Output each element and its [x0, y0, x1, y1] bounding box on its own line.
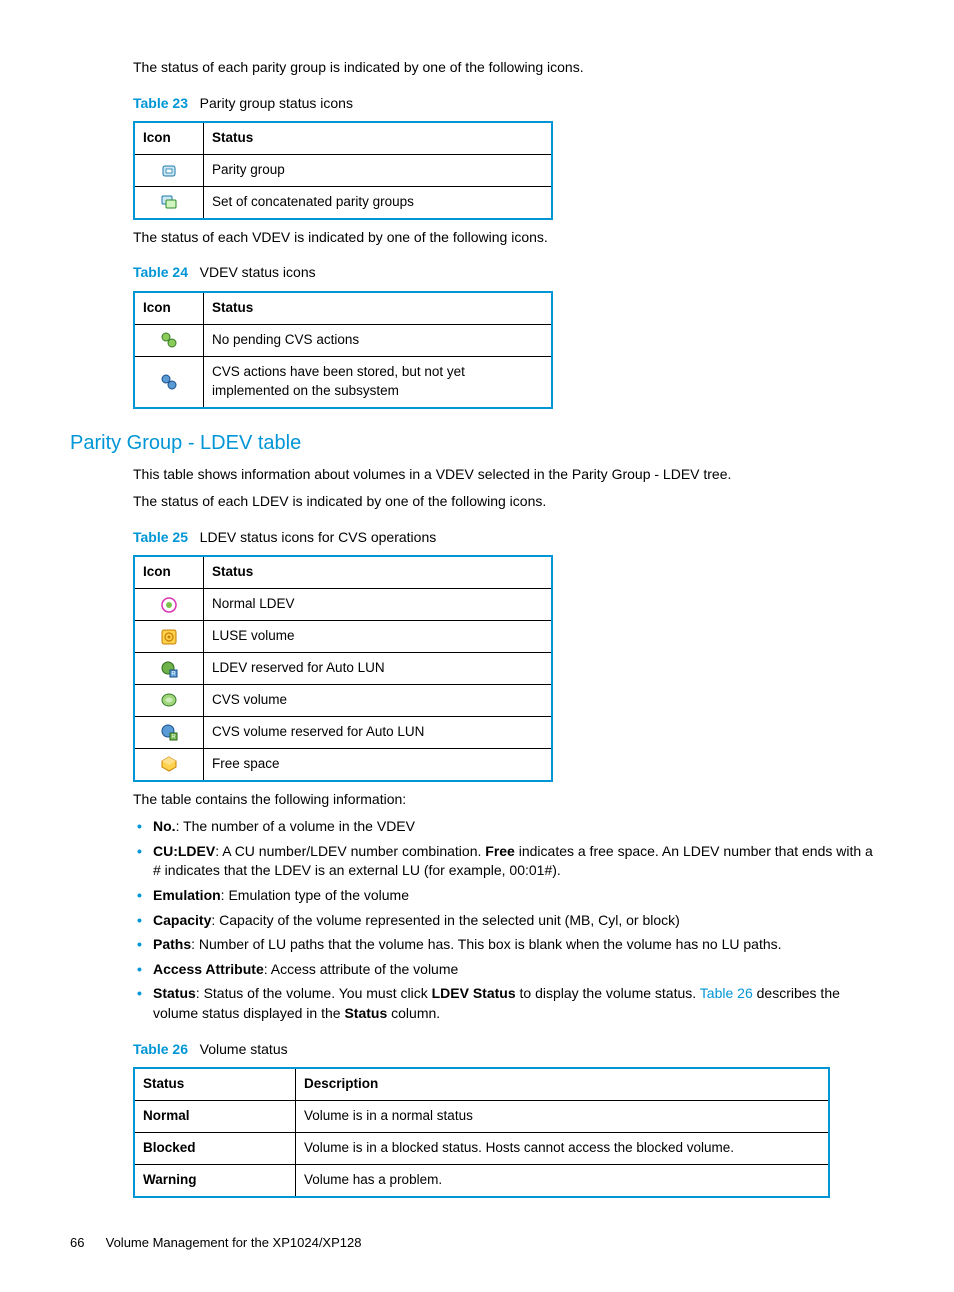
status-desc: Volume has a problem. — [296, 1164, 830, 1196]
table-caption: Table 24 VDEV status icons — [133, 263, 884, 283]
col-header: Status — [204, 122, 553, 154]
table-row: Normal LDEV — [134, 589, 552, 621]
col-header: Icon — [134, 292, 204, 324]
table-row: Normal Volume is in a normal status — [134, 1101, 829, 1133]
paragraph: The status of each LDEV is indicated by … — [133, 492, 884, 512]
footer-title: Volume Management for the XP1024/XP128 — [106, 1235, 362, 1250]
table-row: No pending CVS actions — [134, 324, 552, 356]
status-text: CVS actions have been stored, but not ye… — [204, 356, 553, 407]
concat-parity-group-icon — [160, 193, 178, 211]
table-title: Volume status — [200, 1041, 288, 1057]
table-row: CVS actions have been stored, but not ye… — [134, 356, 552, 407]
status-text: No pending CVS actions — [204, 324, 553, 356]
status-text: Normal LDEV — [204, 589, 553, 621]
luse-volume-icon — [160, 628, 178, 646]
status-text: CVS volume — [204, 684, 553, 716]
paragraph: The table contains the following informa… — [133, 790, 884, 810]
table-label: Table 24 — [133, 264, 188, 280]
table-row: CVS volume — [134, 684, 552, 716]
status-text: Free space — [204, 748, 553, 780]
parity-group-icons-table: Icon Status Parity group Set of concaten… — [133, 121, 553, 220]
table-label: Table 25 — [133, 529, 188, 545]
table-caption: Table 26 Volume status — [133, 1040, 884, 1060]
status-desc: Volume is in a normal status — [296, 1101, 830, 1133]
list-item: CU:LDEV: A CU number/LDEV number combina… — [133, 842, 884, 881]
free-space-icon — [160, 755, 178, 773]
status-text: Set of concatenated parity groups — [204, 186, 553, 218]
ldev-icons-table: Icon Status Normal LDEV LUSE volume LDEV… — [133, 555, 553, 781]
col-header: Status — [204, 292, 553, 324]
status-desc: Volume is in a blocked status. Hosts can… — [296, 1132, 830, 1164]
table-caption: Table 23 Parity group status icons — [133, 94, 884, 114]
table-row: LDEV reserved for Auto LUN — [134, 653, 552, 685]
paragraph: The status of each VDEV is indicated by … — [133, 228, 884, 248]
list-item: Emulation: Emulation type of the volume — [133, 886, 884, 906]
status-text: LUSE volume — [204, 621, 553, 653]
vdev-nopending-icon — [160, 331, 178, 349]
table-reference-link[interactable]: Table 26 — [700, 985, 753, 1001]
list-item: No.: The number of a volume in the VDEV — [133, 817, 884, 837]
paragraph: This table shows information about volum… — [133, 465, 884, 485]
status-text: LDEV reserved for Auto LUN — [204, 653, 553, 685]
table-row: Free space — [134, 748, 552, 780]
paragraph: The status of each parity group is indic… — [133, 58, 884, 78]
parity-group-icon — [160, 162, 178, 180]
table-row: CVS volume reserved for Auto LUN — [134, 716, 552, 748]
col-header: Icon — [134, 122, 204, 154]
info-list: No.: The number of a volume in the VDEV … — [133, 817, 884, 1023]
table-row: Warning Volume has a problem. — [134, 1164, 829, 1196]
page-number: 66 — [70, 1234, 102, 1252]
list-item: Paths: Number of LU paths that the volum… — [133, 935, 884, 955]
table-title: Parity group status icons — [200, 95, 353, 111]
list-item: Access Attribute: Access attribute of th… — [133, 960, 884, 980]
col-header: Description — [296, 1068, 830, 1100]
col-header: Status — [204, 556, 553, 588]
table-row: Blocked Volume is in a blocked status. H… — [134, 1132, 829, 1164]
col-header: Status — [134, 1068, 296, 1100]
table-title: VDEV status icons — [200, 264, 316, 280]
ldev-reserved-autolun-icon — [160, 660, 178, 678]
status-name: Normal — [134, 1101, 296, 1133]
status-text: CVS volume reserved for Auto LUN — [204, 716, 553, 748]
vdev-pending-icon — [160, 373, 178, 391]
volume-status-table: Status Description Normal Volume is in a… — [133, 1067, 830, 1198]
status-name: Blocked — [134, 1132, 296, 1164]
list-item: Status: Status of the volume. You must c… — [133, 984, 884, 1023]
table-row: Parity group — [134, 155, 552, 187]
status-name: Warning — [134, 1164, 296, 1196]
table-label: Table 23 — [133, 95, 188, 111]
table-row: LUSE volume — [134, 621, 552, 653]
page-footer: 66 Volume Management for the XP1024/XP12… — [70, 1234, 884, 1252]
table-label: Table 26 — [133, 1041, 188, 1057]
cvs-volume-icon — [160, 691, 178, 709]
cvs-reserved-autolun-icon — [160, 723, 178, 741]
status-text: Parity group — [204, 155, 553, 187]
list-item: Capacity: Capacity of the volume represe… — [133, 911, 884, 931]
section-heading: Parity Group - LDEV table — [70, 429, 884, 457]
table-row: Set of concatenated parity groups — [134, 186, 552, 218]
ldev-normal-icon — [160, 596, 178, 614]
col-header: Icon — [134, 556, 204, 588]
vdev-icons-table: Icon Status No pending CVS actions CVS a… — [133, 291, 553, 409]
table-caption: Table 25 LDEV status icons for CVS opera… — [133, 528, 884, 548]
table-title: LDEV status icons for CVS operations — [200, 529, 437, 545]
